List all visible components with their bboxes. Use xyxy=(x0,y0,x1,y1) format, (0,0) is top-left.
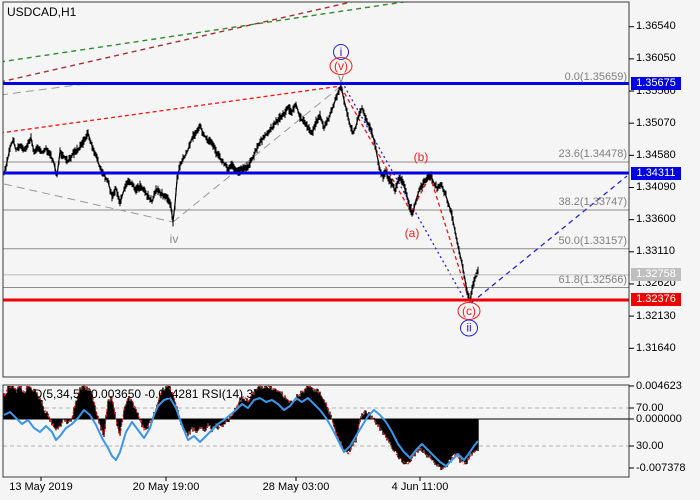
price-badge-support: 1.32376 xyxy=(631,293,681,306)
wave-label-ii[interactable]: ii xyxy=(460,320,478,337)
time-tick-label: 28 May 03:00 xyxy=(263,482,330,493)
fib-level-label: 38.2(1.33747) xyxy=(559,197,628,208)
time-tick-label: 20 May 19:00 xyxy=(133,482,200,493)
indicator-label: MACD(5,34,5) -0.003650 -0.004281 RSI(14)… xyxy=(7,388,277,400)
indicator-tick-label: 0.004623 xyxy=(636,381,682,392)
fib-level-label: 61.8(1.32566) xyxy=(559,275,628,286)
wave-label-iv[interactable]: iv xyxy=(170,233,179,245)
price-badge-current-price: 1.32758 xyxy=(631,268,681,281)
price-tick-label: 1.33110 xyxy=(636,246,675,257)
main-price-pane xyxy=(3,2,629,377)
fib-level-label: 50.0(1.33157) xyxy=(559,236,628,247)
price-tick-label: 1.36540 xyxy=(636,21,676,32)
price-tick-label: 1.33600 xyxy=(636,214,676,225)
symbol-timeframe-label: USDCAD,H1 xyxy=(7,6,76,18)
metatrader-chart-window: USDCAD,H1 MACD(5,34,5) -0.003650 -0.0042… xyxy=(0,0,700,500)
price-tick-label: 1.34580 xyxy=(636,150,676,161)
wave-label-c[interactable]: (c) xyxy=(458,302,481,320)
wave-label-v[interactable]: v xyxy=(338,72,344,84)
indicator-tick-label: -0.007378 xyxy=(636,463,686,474)
price-tick-label: 1.34090 xyxy=(636,182,676,193)
wave-label-a[interactable]: (a) xyxy=(405,227,420,239)
time-tick-label: 4 Jun 11:00 xyxy=(392,482,449,493)
wave-label-b[interactable]: (b) xyxy=(414,151,429,163)
indicator-tick-label: 30.00 xyxy=(636,441,664,452)
price-badge-resistance-upper: 1.35675 xyxy=(631,77,681,90)
indicator-tick-label: 0.000000 xyxy=(636,414,682,425)
price-tick-label: 1.31640 xyxy=(636,343,676,354)
price-tick-label: 1.36050 xyxy=(636,53,676,64)
price-tick-label: 1.32130 xyxy=(636,311,676,322)
fib-level-label: 23.6(1.34478) xyxy=(559,149,628,160)
fib-level-label: 0.0(1.35659) xyxy=(565,72,627,83)
price-tick-label: 1.35070 xyxy=(636,118,676,129)
price-badge-resistance-lower: 1.34311 xyxy=(631,167,681,180)
indicator-tick-label: 70.00 xyxy=(636,403,664,414)
time-tick-label: 13 May 2019 xyxy=(9,482,73,493)
